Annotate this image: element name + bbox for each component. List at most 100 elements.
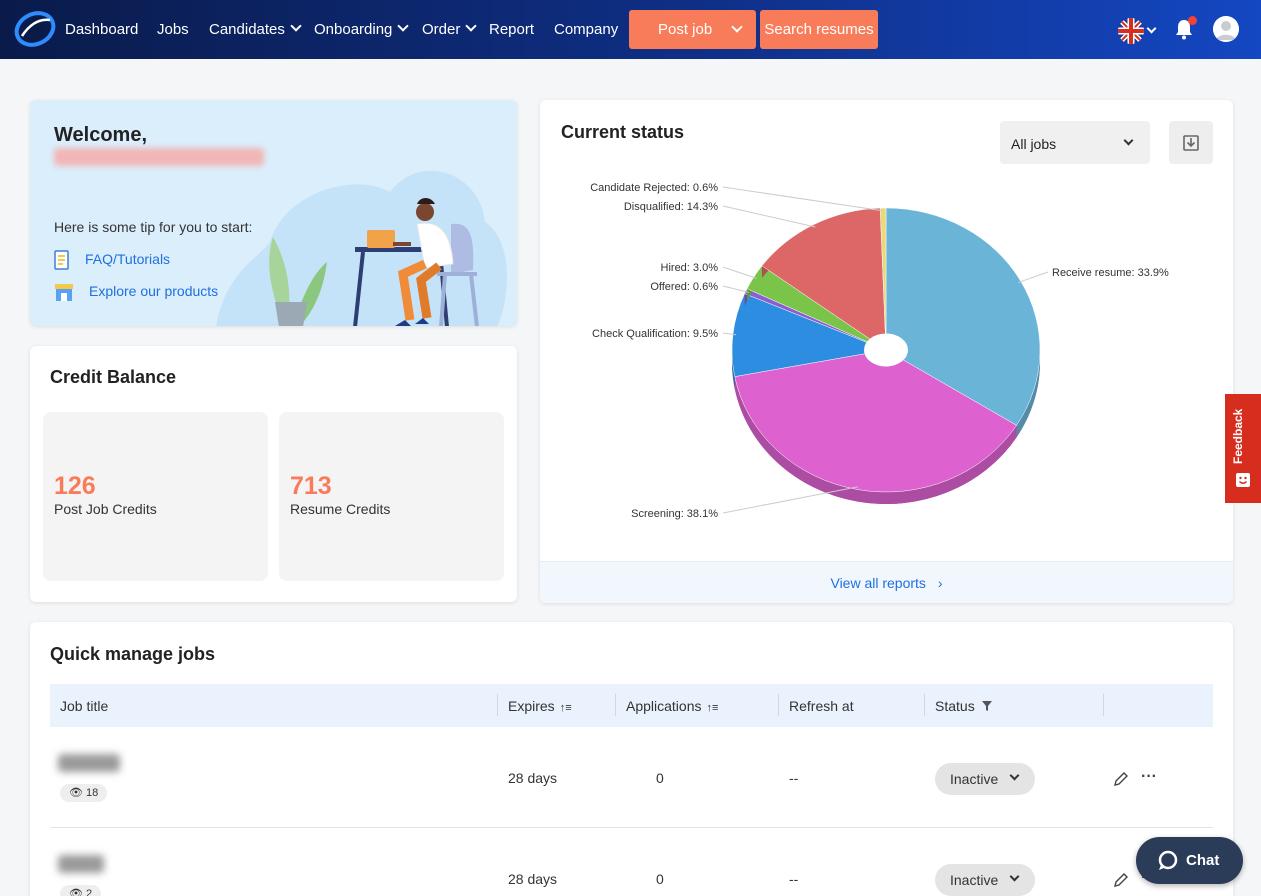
pie-label: Hired: 3.0% xyxy=(661,262,719,274)
feedback-label: Feedback xyxy=(1231,408,1245,464)
nav-order[interactable]: Order xyxy=(422,20,478,38)
refresh-cell: -- xyxy=(789,770,799,786)
nav-onboarding-label: Onboarding xyxy=(314,21,393,38)
chevron-down-icon xyxy=(1009,770,1020,781)
status-dropdown[interactable]: Inactive xyxy=(935,763,1035,795)
post-job-label: Post job xyxy=(658,21,713,38)
job-title-redacted[interactable] xyxy=(58,754,120,772)
pie-leader-line xyxy=(1017,271,1049,284)
sort-icon[interactable]: ↑≡ xyxy=(560,702,572,714)
eye-icon: 👁 xyxy=(69,787,83,799)
views-count: 18 xyxy=(86,787,99,799)
col-job-title: Job title xyxy=(60,698,109,714)
chat-label: Chat xyxy=(1186,852,1220,869)
user-avatar-icon[interactable] xyxy=(1213,16,1239,42)
post-job-button[interactable]: Post job xyxy=(629,10,756,49)
tip-text: Here is some tip for you to start: xyxy=(54,219,253,235)
views-count: 2 xyxy=(86,888,93,896)
store-icon xyxy=(55,284,73,301)
view-all-reports-label: View all reports xyxy=(830,575,926,591)
pie-leader-line xyxy=(722,266,757,279)
applications-cell: 0 xyxy=(656,770,664,786)
status-dropdown[interactable]: Inactive xyxy=(935,864,1035,896)
pie-leader-line xyxy=(722,285,749,293)
chat-bubble-icon xyxy=(1158,850,1178,870)
welcome-card: Welcome, Here is some tip for you to sta… xyxy=(30,100,517,326)
nav-candidates-label: Candidates xyxy=(209,21,285,38)
eye-icon: 👁 xyxy=(69,888,83,896)
app-logo[interactable] xyxy=(14,10,56,48)
filter-icon[interactable] xyxy=(981,700,993,712)
pie-label: Receive resume: 33.9% xyxy=(1052,267,1169,279)
nav-company[interactable]: Company xyxy=(554,21,618,38)
expires-cell: 28 days xyxy=(508,871,558,887)
table-row: 👁 18 28 days 0 -- Inactive ··· xyxy=(50,727,1213,828)
chevron-right-icon: › xyxy=(937,575,943,591)
nav-jobs[interactable]: Jobs xyxy=(157,21,189,38)
language-chevron-icon[interactable] xyxy=(1146,23,1157,34)
column-divider xyxy=(778,694,779,716)
col-status-label: Status xyxy=(935,698,975,714)
applications-cell: 0 xyxy=(656,871,664,887)
jobs-table-header: Job title Expires ↑≡ Applications ↑≡ Refre… xyxy=(50,684,1213,727)
nav-onboarding[interactable]: Onboarding xyxy=(314,20,410,38)
nav-order-label: Order xyxy=(422,21,461,38)
post-job-credits-label: Post Job Credits xyxy=(54,501,157,517)
credit-balance-card: Credit Balance 126 Post Job Credits 713 … xyxy=(30,346,517,602)
resume-credits-box: 713 Resume Credits xyxy=(279,412,504,581)
faq-tutorials-link[interactable]: FAQ/Tutorials xyxy=(85,251,170,267)
welcome-illustration xyxy=(216,170,507,326)
table-row: 👁 2 28 days 0 -- Inactive ··· xyxy=(50,828,1213,896)
column-divider xyxy=(1103,694,1104,716)
feedback-tab[interactable]: Feedback xyxy=(1225,394,1261,503)
pie-leader-line xyxy=(722,186,884,212)
chevron-down-icon xyxy=(397,20,410,32)
job-title-redacted[interactable] xyxy=(58,855,104,873)
status-value: Inactive xyxy=(950,771,999,787)
col-applications-label: Applications xyxy=(626,698,702,714)
column-divider xyxy=(497,694,498,716)
pie-leader-line xyxy=(722,486,859,514)
credit-balance-title: Credit Balance xyxy=(50,367,177,387)
nav-dashboard[interactable]: Dashboard xyxy=(65,21,138,38)
current-status-card: Current status All jobs Receive resume: … xyxy=(540,100,1233,603)
chevron-down-icon xyxy=(465,20,478,32)
column-divider xyxy=(924,694,925,716)
pie-center-hole xyxy=(864,333,908,367)
view-all-reports-link[interactable]: View all reports › xyxy=(540,561,1233,603)
refresh-cell: -- xyxy=(789,871,799,887)
quick-manage-jobs-title: Quick manage jobs xyxy=(50,644,216,664)
status-pie-chart: Receive resume: 33.9% Screening: 38.1% Che… xyxy=(590,182,1169,520)
nav-report[interactable]: Report xyxy=(489,21,534,38)
chevron-down-icon xyxy=(290,20,302,32)
resume-credits-value: 713 xyxy=(290,472,332,500)
chat-button[interactable]: Chat xyxy=(1136,837,1243,884)
quick-manage-jobs-card: Quick manage jobs Job title Expires ↑≡ Ap… xyxy=(30,622,1233,896)
user-name-redacted xyxy=(54,148,264,166)
edit-pencil-icon[interactable] xyxy=(1113,872,1129,888)
uk-flag-icon[interactable] xyxy=(1118,18,1144,44)
nav-candidates[interactable]: Candidates xyxy=(209,20,302,38)
chevron-down-icon[interactable] xyxy=(731,21,743,33)
col-expires-label: Expires xyxy=(508,698,555,714)
post-job-credits-box: 126 Post Job Credits xyxy=(43,412,268,581)
pie-leader-line xyxy=(722,205,816,228)
top-navbar: Dashboard Jobs Candidates Onboarding Ord… xyxy=(0,0,1261,59)
resume-credits-label: Resume Credits xyxy=(290,501,391,517)
explore-products-link[interactable]: Explore our products xyxy=(89,283,218,299)
col-expires[interactable]: Expires ↑≡ xyxy=(508,698,572,714)
col-applications[interactable]: Applications ↑≡ xyxy=(626,698,718,714)
welcome-title: Welcome, xyxy=(54,124,147,146)
col-status[interactable]: Status xyxy=(935,698,993,714)
column-divider xyxy=(615,694,616,716)
chevron-down-icon xyxy=(1009,871,1020,882)
smile-icon xyxy=(1236,473,1250,487)
search-resumes-button[interactable]: Search resumes xyxy=(760,10,878,49)
views-badge: 👁 18 xyxy=(60,784,108,802)
views-badge: 👁 2 xyxy=(60,885,102,896)
edit-pencil-icon[interactable] xyxy=(1113,771,1129,787)
sort-icon[interactable]: ↑≡ xyxy=(707,702,719,714)
col-refresh-at: Refresh at xyxy=(789,698,854,714)
more-options-icon[interactable]: ··· xyxy=(1141,768,1157,786)
pie-label: Screening: 38.1% xyxy=(631,508,718,520)
